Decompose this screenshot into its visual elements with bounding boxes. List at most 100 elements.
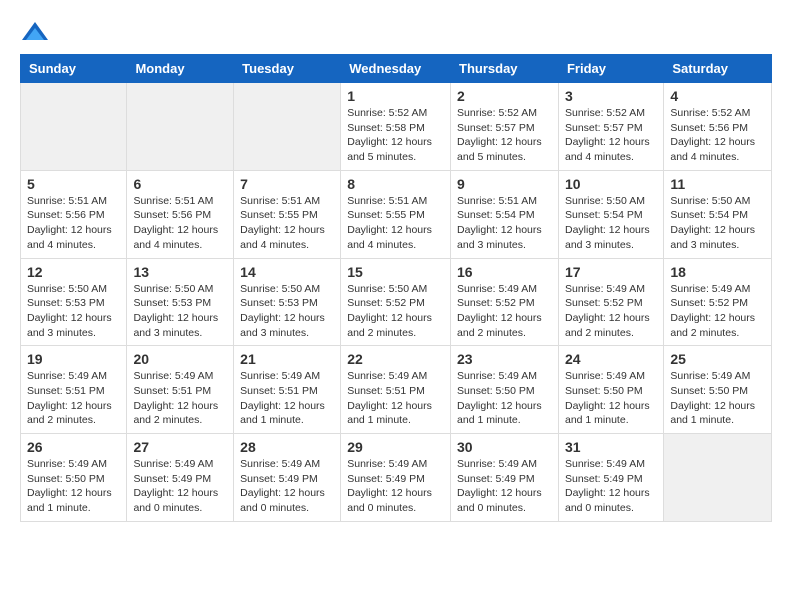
calendar-cell: 30 Sunrise: 5:49 AM Sunset: 5:49 PM Dayli… [451, 434, 559, 522]
calendar-cell: 12 Sunrise: 5:50 AM Sunset: 5:53 PM Dayli… [21, 258, 127, 346]
weekday-header-row: SundayMondayTuesdayWednesdayThursdayFrid… [21, 55, 772, 83]
calendar-cell: 1 Sunrise: 5:52 AM Sunset: 5:58 PM Daylig… [341, 83, 451, 171]
day-info: Sunrise: 5:50 AM Sunset: 5:53 PM Dayligh… [27, 282, 120, 341]
day-number: 26 [27, 439, 120, 455]
day-info: Sunrise: 5:49 AM Sunset: 5:50 PM Dayligh… [670, 369, 765, 428]
day-number: 20 [133, 351, 227, 367]
day-number: 7 [240, 176, 334, 192]
day-number: 12 [27, 264, 120, 280]
weekday-header-wednesday: Wednesday [341, 55, 451, 83]
week-row-3: 12 Sunrise: 5:50 AM Sunset: 5:53 PM Dayli… [21, 258, 772, 346]
day-info: Sunrise: 5:49 AM Sunset: 5:51 PM Dayligh… [347, 369, 444, 428]
day-info: Sunrise: 5:52 AM Sunset: 5:58 PM Dayligh… [347, 106, 444, 165]
calendar-cell [664, 434, 772, 522]
calendar-cell [21, 83, 127, 171]
day-number: 2 [457, 88, 552, 104]
day-info: Sunrise: 5:51 AM Sunset: 5:55 PM Dayligh… [347, 194, 444, 253]
week-row-2: 5Sunrise: 5:51 AM Sunset: 5:56 PM Daylig… [21, 170, 772, 258]
day-number: 25 [670, 351, 765, 367]
day-info: Sunrise: 5:49 AM Sunset: 5:52 PM Dayligh… [457, 282, 552, 341]
calendar-cell: 9Sunrise: 5:51 AM Sunset: 5:54 PM Daylig… [451, 170, 559, 258]
day-number: 16 [457, 264, 552, 280]
day-info: Sunrise: 5:51 AM Sunset: 5:55 PM Dayligh… [240, 194, 334, 253]
calendar-cell: 10 Sunrise: 5:50 AM Sunset: 5:54 PM Dayli… [558, 170, 663, 258]
day-info: Sunrise: 5:50 AM Sunset: 5:54 PM Dayligh… [565, 194, 657, 253]
week-row-1: 1 Sunrise: 5:52 AM Sunset: 5:58 PM Daylig… [21, 83, 772, 171]
calendar-cell: 18 Sunrise: 5:49 AM Sunset: 5:52 PM Dayli… [664, 258, 772, 346]
calendar-cell: 6Sunrise: 5:51 AM Sunset: 5:56 PM Daylig… [127, 170, 234, 258]
weekday-header-sunday: Sunday [21, 55, 127, 83]
calendar-cell: 7 Sunrise: 5:51 AM Sunset: 5:55 PM Daylig… [234, 170, 341, 258]
day-number: 15 [347, 264, 444, 280]
weekday-header-saturday: Saturday [664, 55, 772, 83]
day-number: 3 [565, 88, 657, 104]
day-number: 21 [240, 351, 334, 367]
calendar-cell: 8 Sunrise: 5:51 AM Sunset: 5:55 PM Daylig… [341, 170, 451, 258]
calendar-cell: 4Sunrise: 5:52 AM Sunset: 5:56 PM Daylig… [664, 83, 772, 171]
day-number: 30 [457, 439, 552, 455]
calendar-cell: 28 Sunrise: 5:49 AM Sunset: 5:49 PM Dayli… [234, 434, 341, 522]
day-info: Sunrise: 5:50 AM Sunset: 5:53 PM Dayligh… [240, 282, 334, 341]
calendar-cell: 14 Sunrise: 5:50 AM Sunset: 5:53 PM Dayli… [234, 258, 341, 346]
day-info: Sunrise: 5:50 AM Sunset: 5:53 PM Dayligh… [133, 282, 227, 341]
calendar-cell: 11Sunrise: 5:50 AM Sunset: 5:54 PM Dayli… [664, 170, 772, 258]
calendar-cell: 25 Sunrise: 5:49 AM Sunset: 5:50 PM Dayli… [664, 346, 772, 434]
weekday-header-monday: Monday [127, 55, 234, 83]
weekday-header-tuesday: Tuesday [234, 55, 341, 83]
day-info: Sunrise: 5:49 AM Sunset: 5:49 PM Dayligh… [240, 457, 334, 516]
day-number: 29 [347, 439, 444, 455]
calendar-cell: 13 Sunrise: 5:50 AM Sunset: 5:53 PM Dayli… [127, 258, 234, 346]
day-info: Sunrise: 5:49 AM Sunset: 5:49 PM Dayligh… [347, 457, 444, 516]
calendar-cell: 3 Sunrise: 5:52 AM Sunset: 5:57 PM Daylig… [558, 83, 663, 171]
day-info: Sunrise: 5:52 AM Sunset: 5:56 PM Dayligh… [670, 106, 765, 165]
calendar-cell: 22 Sunrise: 5:49 AM Sunset: 5:51 PM Dayli… [341, 346, 451, 434]
day-info: Sunrise: 5:49 AM Sunset: 5:51 PM Dayligh… [240, 369, 334, 428]
day-number: 10 [565, 176, 657, 192]
logo-icon [20, 20, 50, 44]
day-info: Sunrise: 5:49 AM Sunset: 5:50 PM Dayligh… [27, 457, 120, 516]
day-number: 9 [457, 176, 552, 192]
day-info: Sunrise: 5:49 AM Sunset: 5:52 PM Dayligh… [670, 282, 765, 341]
day-info: Sunrise: 5:49 AM Sunset: 5:50 PM Dayligh… [565, 369, 657, 428]
day-number: 17 [565, 264, 657, 280]
day-number: 8 [347, 176, 444, 192]
day-info: Sunrise: 5:49 AM Sunset: 5:51 PM Dayligh… [27, 369, 120, 428]
day-info: Sunrise: 5:52 AM Sunset: 5:57 PM Dayligh… [565, 106, 657, 165]
calendar-cell: 26 Sunrise: 5:49 AM Sunset: 5:50 PM Dayli… [21, 434, 127, 522]
day-number: 22 [347, 351, 444, 367]
day-number: 13 [133, 264, 227, 280]
day-info: Sunrise: 5:49 AM Sunset: 5:52 PM Dayligh… [565, 282, 657, 341]
calendar-cell: 29 Sunrise: 5:49 AM Sunset: 5:49 PM Dayli… [341, 434, 451, 522]
calendar-cell: 17 Sunrise: 5:49 AM Sunset: 5:52 PM Dayli… [558, 258, 663, 346]
logo [20, 20, 54, 44]
weekday-header-thursday: Thursday [451, 55, 559, 83]
header [20, 20, 772, 44]
calendar-cell: 5Sunrise: 5:51 AM Sunset: 5:56 PM Daylig… [21, 170, 127, 258]
calendar-cell: 31Sunrise: 5:49 AM Sunset: 5:49 PM Dayli… [558, 434, 663, 522]
day-number: 23 [457, 351, 552, 367]
calendar-cell: 20 Sunrise: 5:49 AM Sunset: 5:51 PM Dayli… [127, 346, 234, 434]
day-number: 11 [670, 176, 765, 192]
day-number: 1 [347, 88, 444, 104]
calendar: SundayMondayTuesdayWednesdayThursdayFrid… [20, 54, 772, 522]
day-number: 28 [240, 439, 334, 455]
day-info: Sunrise: 5:52 AM Sunset: 5:57 PM Dayligh… [457, 106, 552, 165]
calendar-cell: 21 Sunrise: 5:49 AM Sunset: 5:51 PM Dayli… [234, 346, 341, 434]
calendar-cell: 15 Sunrise: 5:50 AM Sunset: 5:52 PM Dayli… [341, 258, 451, 346]
calendar-cell: 2 Sunrise: 5:52 AM Sunset: 5:57 PM Daylig… [451, 83, 559, 171]
day-number: 14 [240, 264, 334, 280]
day-info: Sunrise: 5:50 AM Sunset: 5:52 PM Dayligh… [347, 282, 444, 341]
calendar-cell [127, 83, 234, 171]
day-number: 31 [565, 439, 657, 455]
week-row-4: 19 Sunrise: 5:49 AM Sunset: 5:51 PM Dayli… [21, 346, 772, 434]
day-info: Sunrise: 5:49 AM Sunset: 5:49 PM Dayligh… [457, 457, 552, 516]
calendar-cell [234, 83, 341, 171]
day-number: 19 [27, 351, 120, 367]
day-info: Sunrise: 5:49 AM Sunset: 5:51 PM Dayligh… [133, 369, 227, 428]
day-number: 18 [670, 264, 765, 280]
day-number: 27 [133, 439, 227, 455]
calendar-cell: 19 Sunrise: 5:49 AM Sunset: 5:51 PM Dayli… [21, 346, 127, 434]
calendar-cell: 27Sunrise: 5:49 AM Sunset: 5:49 PM Dayli… [127, 434, 234, 522]
day-info: Sunrise: 5:49 AM Sunset: 5:50 PM Dayligh… [457, 369, 552, 428]
calendar-cell: 24Sunrise: 5:49 AM Sunset: 5:50 PM Dayli… [558, 346, 663, 434]
